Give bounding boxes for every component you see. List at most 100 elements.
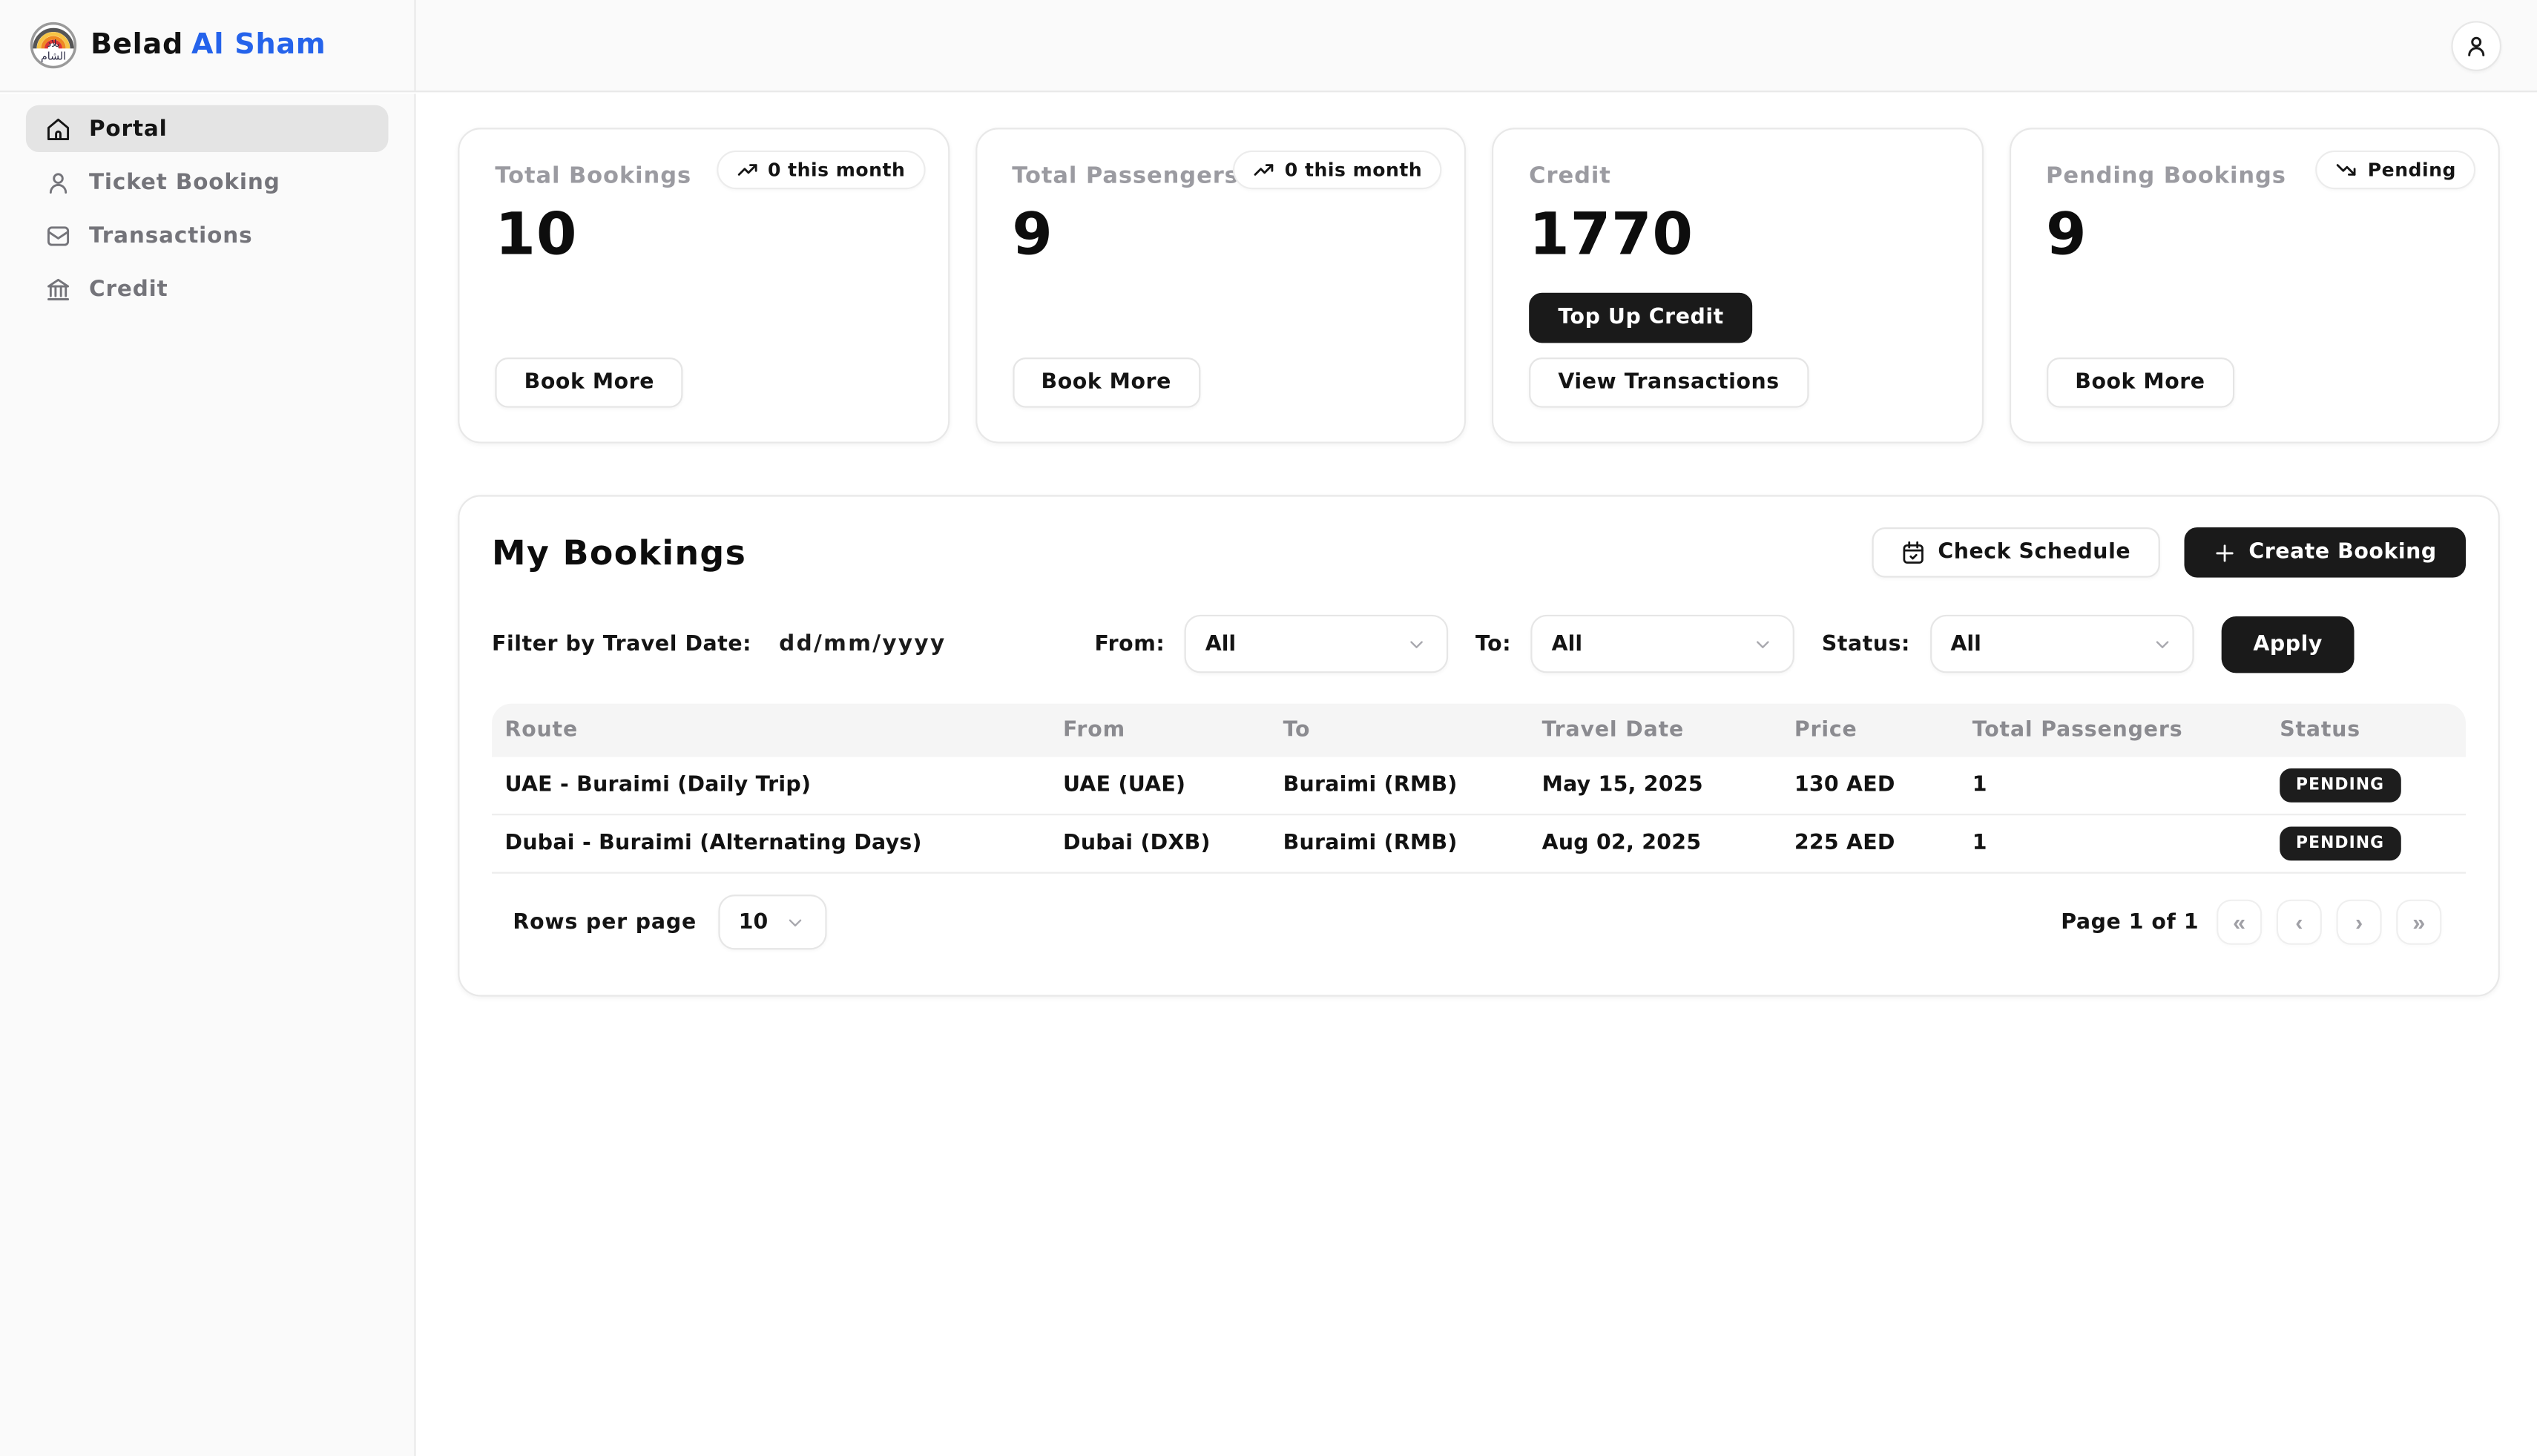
stat-card-credit: Credit 1770 Top Up Credit View Transacti…	[1492, 128, 1983, 443]
last-page-button[interactable]: »	[2396, 900, 2441, 945]
plus-icon	[2213, 541, 2236, 564]
to-select-value: All	[1552, 632, 1582, 656]
status-select[interactable]: All	[1929, 615, 2194, 673]
stat-card-total-bookings: Total Bookings 0 this month 10 Book More	[458, 128, 949, 443]
status-badge: PENDING	[2280, 827, 2401, 861]
create-booking-label: Create Booking	[2248, 540, 2436, 564]
stat-value: 9	[1012, 202, 1429, 269]
sidebar-item-ticket-booking[interactable]: Ticket Booking	[26, 159, 389, 205]
cell-route: UAE - Buraimi (Daily Trip)	[492, 774, 1050, 798]
sidebar-item-credit[interactable]: Credit	[26, 266, 389, 312]
chevron-left-icon: ‹	[2295, 909, 2303, 935]
user-avatar-button[interactable]	[2451, 20, 2501, 70]
stat-value: 1770	[1529, 202, 1946, 269]
from-select[interactable]: All	[1184, 615, 1448, 673]
travel-date-filter-label: Filter by Travel Date:	[492, 632, 751, 656]
status-badge: PENDING	[2280, 768, 2401, 803]
chevron-down-icon	[2151, 633, 2172, 654]
column-header-route: Route	[492, 718, 1050, 742]
view-transactions-button[interactable]: View Transactions	[1529, 358, 1809, 408]
cell-passengers: 1	[1959, 774, 2266, 798]
brand-logo[interactable]: بلاد الشام BeladAl Sham	[29, 21, 326, 69]
chevron-right-icon: ›	[2355, 909, 2363, 935]
panel-title: My Bookings	[492, 533, 746, 572]
column-header-travel-date: Travel Date	[1529, 718, 1781, 742]
sidebar: Portal Ticket Booking Transactions	[0, 94, 416, 1456]
check-schedule-label: Check Schedule	[1938, 540, 2130, 564]
chevrons-right-icon: »	[2412, 909, 2425, 935]
cell-price: 130 AED	[1781, 774, 1959, 798]
column-header-to: To	[1270, 718, 1529, 742]
cell-from: Dubai (DXB)	[1050, 831, 1271, 856]
brand-name-alsham: Al Sham	[191, 29, 326, 62]
stat-badge: Pending	[2316, 151, 2475, 189]
top-up-credit-button[interactable]: Top Up Credit	[1529, 293, 1753, 343]
book-more-button[interactable]: Book More	[495, 358, 683, 408]
user-icon	[2464, 33, 2489, 58]
calendar-check-icon	[1901, 540, 1925, 564]
mail-icon	[45, 223, 71, 248]
status-select-value: All	[1950, 632, 1981, 656]
stat-badge: 0 this month	[1233, 151, 1441, 189]
pagination-row: Rows per page 10 Page 1 of 1 « ‹ › »	[492, 895, 2466, 949]
stat-label: Credit	[1529, 163, 1946, 189]
to-select[interactable]: All	[1530, 615, 1794, 673]
cell-to: Buraimi (RMB)	[1270, 831, 1529, 856]
sidebar-item-label: Credit	[89, 276, 168, 302]
stat-badge-text: Pending	[2368, 159, 2456, 182]
cell-route: Dubai - Buraimi (Alternating Days)	[492, 831, 1050, 856]
cell-travel-date: Aug 02, 2025	[1529, 831, 1781, 856]
bookings-table: Route From To Travel Date Price Total Pa…	[492, 704, 2466, 874]
person-icon	[45, 169, 71, 195]
my-bookings-panel: My Bookings Check Schedule	[458, 495, 2500, 996]
top-bar: بلاد الشام BeladAl Sham	[0, 0, 2537, 92]
create-booking-button[interactable]: Create Booking	[2184, 527, 2466, 578]
cell-travel-date: May 15, 2025	[1529, 774, 1781, 798]
stat-badge: 0 this month	[716, 151, 924, 189]
stat-value: 9	[2046, 202, 2463, 269]
stat-cards: Total Bookings 0 this month 10 Book More…	[458, 128, 2500, 443]
filter-row: Filter by Travel Date: From: All To: All	[492, 615, 2466, 673]
status-filter-label: Status:	[1822, 632, 1910, 656]
column-header-price: Price	[1781, 718, 1959, 742]
sidebar-item-transactions[interactable]: Transactions	[26, 212, 389, 259]
sidebar-item-label: Ticket Booking	[89, 169, 280, 195]
stat-badge-text: 0 this month	[1285, 159, 1422, 182]
chevron-down-icon	[1752, 633, 1773, 654]
from-select-value: All	[1205, 632, 1236, 656]
chevron-down-icon	[1406, 633, 1427, 654]
sidebar-item-label: Portal	[89, 116, 168, 142]
chevrons-left-icon: «	[2233, 909, 2245, 935]
trending-down-icon	[2335, 159, 2358, 182]
table-row[interactable]: Dubai - Buraimi (Alternating Days) Dubai…	[492, 815, 2466, 874]
book-more-button[interactable]: Book More	[1012, 358, 1200, 408]
cell-price: 225 AED	[1781, 831, 1959, 856]
first-page-button[interactable]: «	[2217, 900, 2262, 945]
cell-passengers: 1	[1959, 831, 2266, 856]
bank-icon	[45, 276, 71, 302]
table-row[interactable]: UAE - Buraimi (Daily Trip) UAE (UAE) Bur…	[492, 757, 2466, 816]
brand-name: BeladAl Sham	[91, 29, 326, 62]
chevron-down-icon	[784, 912, 805, 932]
column-header-from: From	[1050, 718, 1271, 742]
check-schedule-button[interactable]: Check Schedule	[1872, 527, 2159, 578]
cell-to: Buraimi (RMB)	[1270, 774, 1529, 798]
previous-page-button[interactable]: ‹	[2277, 900, 2322, 945]
rows-per-page-label: Rows per page	[513, 910, 697, 935]
rows-per-page-value: 10	[739, 910, 768, 935]
travel-date-input[interactable]	[779, 631, 970, 657]
column-header-total-passengers: Total Passengers	[1959, 718, 2266, 742]
svg-text:الشام: الشام	[41, 51, 66, 63]
page-info: Page 1 of 1	[2061, 910, 2199, 935]
rows-per-page-select[interactable]: 10	[717, 895, 826, 949]
stat-value: 10	[495, 202, 912, 269]
book-more-button[interactable]: Book More	[2046, 358, 2234, 408]
stat-badge-text: 0 this month	[768, 159, 905, 182]
sidebar-item-label: Transactions	[89, 223, 253, 248]
apply-filter-button[interactable]: Apply	[2221, 616, 2355, 672]
brand-logo-icon: بلاد الشام	[29, 21, 77, 69]
next-page-button[interactable]: ›	[2337, 900, 2382, 945]
trending-up-icon	[1252, 159, 1275, 182]
sidebar-item-portal[interactable]: Portal	[26, 105, 389, 152]
trending-up-icon	[735, 159, 758, 182]
